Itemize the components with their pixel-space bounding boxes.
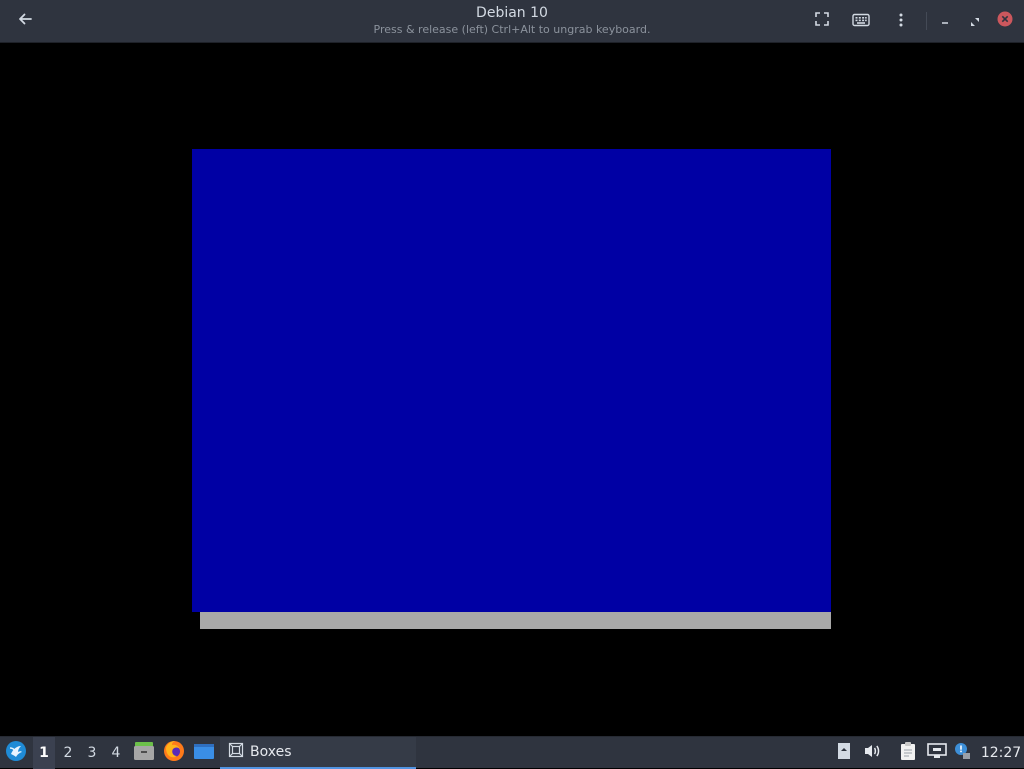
keyboard-button[interactable] [846,6,876,36]
lxqt-menu-icon [5,740,27,766]
vm-display[interactable] [0,43,1024,736]
clipboard-manager[interactable] [896,737,920,769]
files-icon [133,741,155,765]
header-bar: Debian 10 Press & release (left) Ctrl+Al… [0,0,1024,43]
network-status[interactable] [925,737,949,769]
taskbar-task-boxes[interactable]: Boxes [220,737,416,769]
volume-icon [863,743,881,763]
volume-control[interactable] [860,737,884,769]
vm-screen[interactable] [192,149,831,612]
task-label: Boxes [250,744,292,760]
workspace-4-button[interactable]: 4 [105,737,127,769]
close-icon [997,11,1013,31]
taskbar: 1 2 3 4 Boxes 12:27 [0,736,1024,769]
start-menu-button[interactable] [2,737,30,769]
menu-icon [899,12,903,31]
close-button[interactable] [990,6,1020,36]
workspace-3-button[interactable]: 3 [81,737,103,769]
maximize-icon [970,12,980,31]
menu-button[interactable] [886,6,916,36]
header-separator [926,12,927,30]
vm-screen-shadow [200,612,831,629]
maximize-button[interactable] [960,6,990,36]
show-desktop-launcher[interactable] [192,737,216,769]
workspace-2-button[interactable]: 2 [57,737,79,769]
tray-arrow-icon [837,742,851,764]
files-launcher[interactable] [132,737,156,769]
workspace-1-button[interactable]: 1 [33,737,55,769]
update-notifier-icon [953,742,971,764]
fullscreen-icon [814,11,830,31]
clipboard-icon [899,741,917,765]
minimize-icon [940,12,950,31]
firefox-launcher[interactable] [162,737,186,769]
network-icon [927,743,947,763]
clock[interactable]: 12:27 [978,737,1024,769]
update-notifier[interactable] [952,737,972,769]
show-desktop-icon [193,742,215,764]
keyboard-icon [852,12,870,31]
minimize-button[interactable] [930,6,960,36]
boxes-icon [228,742,244,762]
firefox-icon [163,740,185,766]
fullscreen-button[interactable] [807,6,837,36]
tray-expander[interactable] [834,737,854,769]
